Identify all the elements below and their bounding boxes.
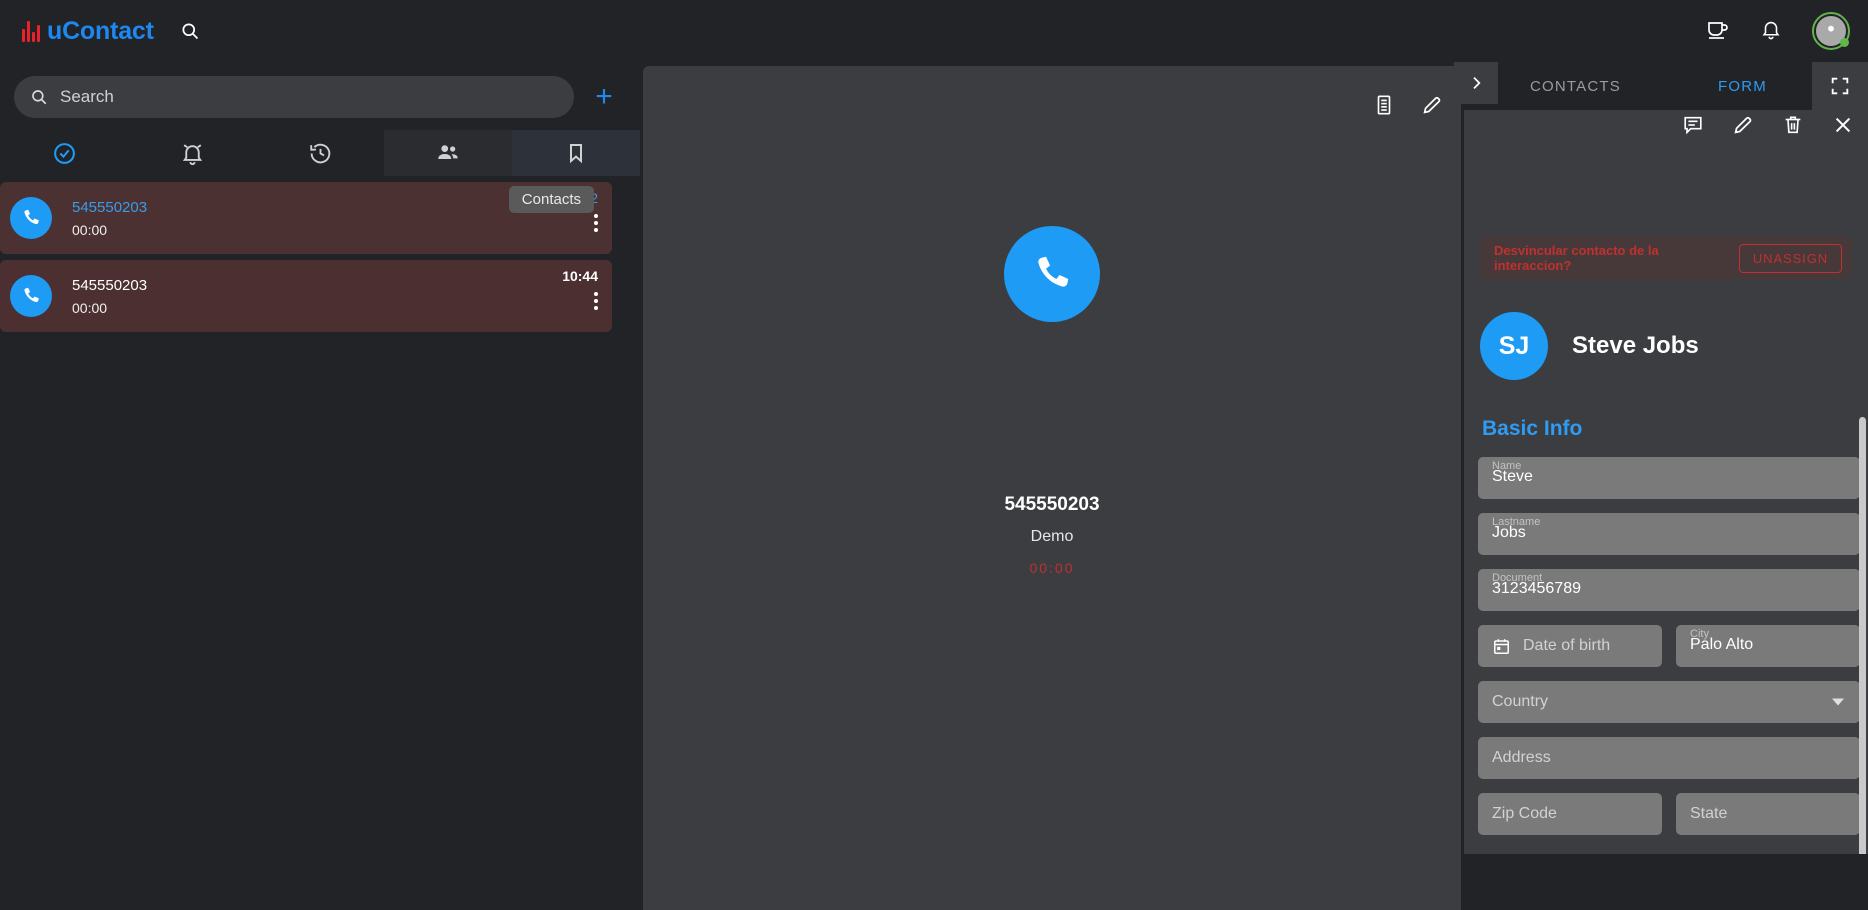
field-city-label: City — [1690, 628, 1709, 640]
right-panel: CONTACTS FORM Desvincular contacto de la… — [1454, 62, 1868, 910]
chevron-right-icon[interactable] — [1454, 62, 1498, 104]
call-number: 545550203 — [1004, 494, 1100, 515]
list-item-number: 545550203 — [72, 277, 148, 294]
tab-contacts[interactable]: CONTACTS — [1530, 62, 1621, 110]
contact-full-name: Steve Jobs — [1572, 332, 1699, 359]
bookmark-icon — [570, 144, 582, 164]
field-address-placeholder: Address — [1492, 749, 1551, 766]
field-country-select[interactable]: Country — [1478, 681, 1860, 723]
field-row-zip-state: Zip Code State — [1478, 793, 1860, 849]
section-title-basic-info: Basic Info — [1482, 417, 1583, 440]
avatar[interactable] — [1812, 12, 1850, 50]
tab-people[interactable] — [384, 130, 512, 176]
contact-avatar-initials: SJ — [1480, 312, 1548, 380]
search-row: Search + — [0, 62, 640, 118]
list-item-meta: 545550203 00:00 — [72, 276, 147, 316]
calendar-icon — [1492, 637, 1511, 656]
alarm-bell-icon — [182, 143, 202, 165]
tab-bookmark[interactable] — [512, 130, 640, 176]
brand-name: uContact — [47, 16, 154, 45]
search-input[interactable]: Search — [14, 76, 574, 118]
field-state-placeholder: State — [1690, 805, 1728, 822]
check-circle-icon — [53, 142, 75, 164]
list-item-menu-icon[interactable] — [562, 292, 598, 310]
list-item[interactable]: 545550203 00:00 10:44 — [0, 260, 612, 332]
field-address[interactable]: Address — [1478, 737, 1860, 779]
right-panel-toolbar — [1682, 114, 1854, 141]
field-name[interactable]: Name Steve — [1478, 457, 1860, 499]
phone-call-icon — [10, 275, 52, 317]
field-zip-code[interactable]: Zip Code — [1478, 793, 1662, 835]
unassign-button[interactable]: UNASSIGN — [1738, 243, 1842, 273]
tooltip-contacts: Contacts — [508, 186, 594, 213]
center-panel: 545550203 Demo 00:00 — [643, 66, 1461, 910]
comment-list-icon[interactable] — [1682, 114, 1704, 141]
coffee-cup-icon[interactable] — [1706, 17, 1730, 46]
tab-history[interactable] — [256, 130, 384, 176]
delete-trash-icon[interactable] — [1782, 114, 1804, 141]
contact-form: Name Steve Lastname Jobs Document 312345… — [1478, 457, 1860, 849]
right-panel-tabbar: CONTACTS FORM — [1454, 62, 1868, 110]
field-document-label: Document — [1492, 572, 1543, 584]
notification-bell-icon[interactable] — [1760, 17, 1782, 46]
phone-call-icon — [1004, 226, 1100, 322]
phone-call-icon — [10, 197, 52, 239]
field-date-of-birth-placeholder: Date of birth — [1523, 637, 1611, 654]
list-item-duration: 00:00 — [72, 222, 108, 238]
list-item[interactable]: 545550203 00:00 12:32 Contacts — [0, 182, 612, 254]
add-conversation-button[interactable]: + — [582, 82, 626, 112]
field-date-of-birth[interactable]: Date of birth — [1478, 625, 1662, 667]
tab-alarm[interactable] — [128, 130, 256, 176]
field-country-placeholder: Country — [1492, 693, 1549, 710]
call-hero: 545550203 Demo 00:00 — [643, 226, 1461, 576]
field-document[interactable]: Document 3123456789 — [1478, 569, 1860, 611]
top-bar: uContact — [0, 0, 1868, 62]
list-item-time: 10:44 — [562, 268, 598, 284]
conversation-list: 545550203 00:00 12:32 Contacts 545550203 — [0, 182, 640, 332]
list-item-duration: 00:00 — [72, 300, 108, 316]
logo-bars-icon — [22, 20, 40, 42]
chevron-down-icon — [1832, 698, 1844, 706]
bottom-dock — [1464, 854, 1868, 910]
list-item-meta: 545550203 00:00 — [72, 198, 147, 238]
avatar-status-dot — [1840, 38, 1849, 47]
field-lastname-label: Lastname — [1492, 516, 1541, 528]
search-placeholder: Search — [60, 87, 114, 106]
call-campaign: Demo — [1030, 528, 1074, 545]
left-panel: Search + 545550203 00:00 Contacts 545550… — [0, 62, 640, 910]
close-x-icon[interactable] — [1832, 114, 1854, 141]
field-zip-code-placeholder: Zip Code — [1492, 805, 1557, 822]
brand-logo[interactable]: uContact — [22, 17, 154, 46]
center-panel-actions — [1373, 94, 1443, 121]
top-bar-right-actions — [1706, 0, 1850, 62]
app-root: uContact Search + 545550203 00:00 Contac… — [0, 0, 1868, 910]
list-item-menu-icon[interactable] — [563, 214, 598, 232]
search-icon[interactable] — [180, 21, 200, 41]
list-item-number: 545550203 — [72, 199, 148, 216]
search-icon — [32, 90, 47, 105]
history-clock-icon — [309, 143, 330, 163]
right-panel-scrollbar[interactable] — [1859, 417, 1866, 907]
field-city[interactable]: City Palo Alto — [1676, 625, 1860, 667]
field-name-label: Name — [1492, 460, 1522, 472]
fullscreen-expand-icon[interactable] — [1812, 62, 1868, 110]
edit-pencil-icon[interactable] — [1732, 114, 1754, 141]
unassign-banner: Desvincular contacto de la interaccion? … — [1480, 237, 1852, 279]
notes-list-icon[interactable] — [1373, 94, 1395, 121]
field-lastname[interactable]: Lastname Jobs — [1478, 513, 1860, 555]
call-timer: 00:00 — [1029, 560, 1075, 576]
contact-header: SJ Steve Jobs — [1480, 312, 1699, 380]
people-group-icon — [438, 145, 458, 159]
list-item-right: 10:44 — [562, 268, 598, 310]
edit-pencil-icon[interactable] — [1421, 94, 1443, 121]
unassign-question: Desvincular contacto de la interaccion? — [1494, 243, 1659, 273]
field-row-dob-city: Date of birth City Palo Alto — [1478, 625, 1860, 681]
left-panel-tabs — [0, 130, 640, 176]
tab-form[interactable]: FORM — [1718, 62, 1767, 110]
field-state[interactable]: State — [1676, 793, 1860, 835]
tab-check-circle[interactable] — [0, 130, 128, 176]
